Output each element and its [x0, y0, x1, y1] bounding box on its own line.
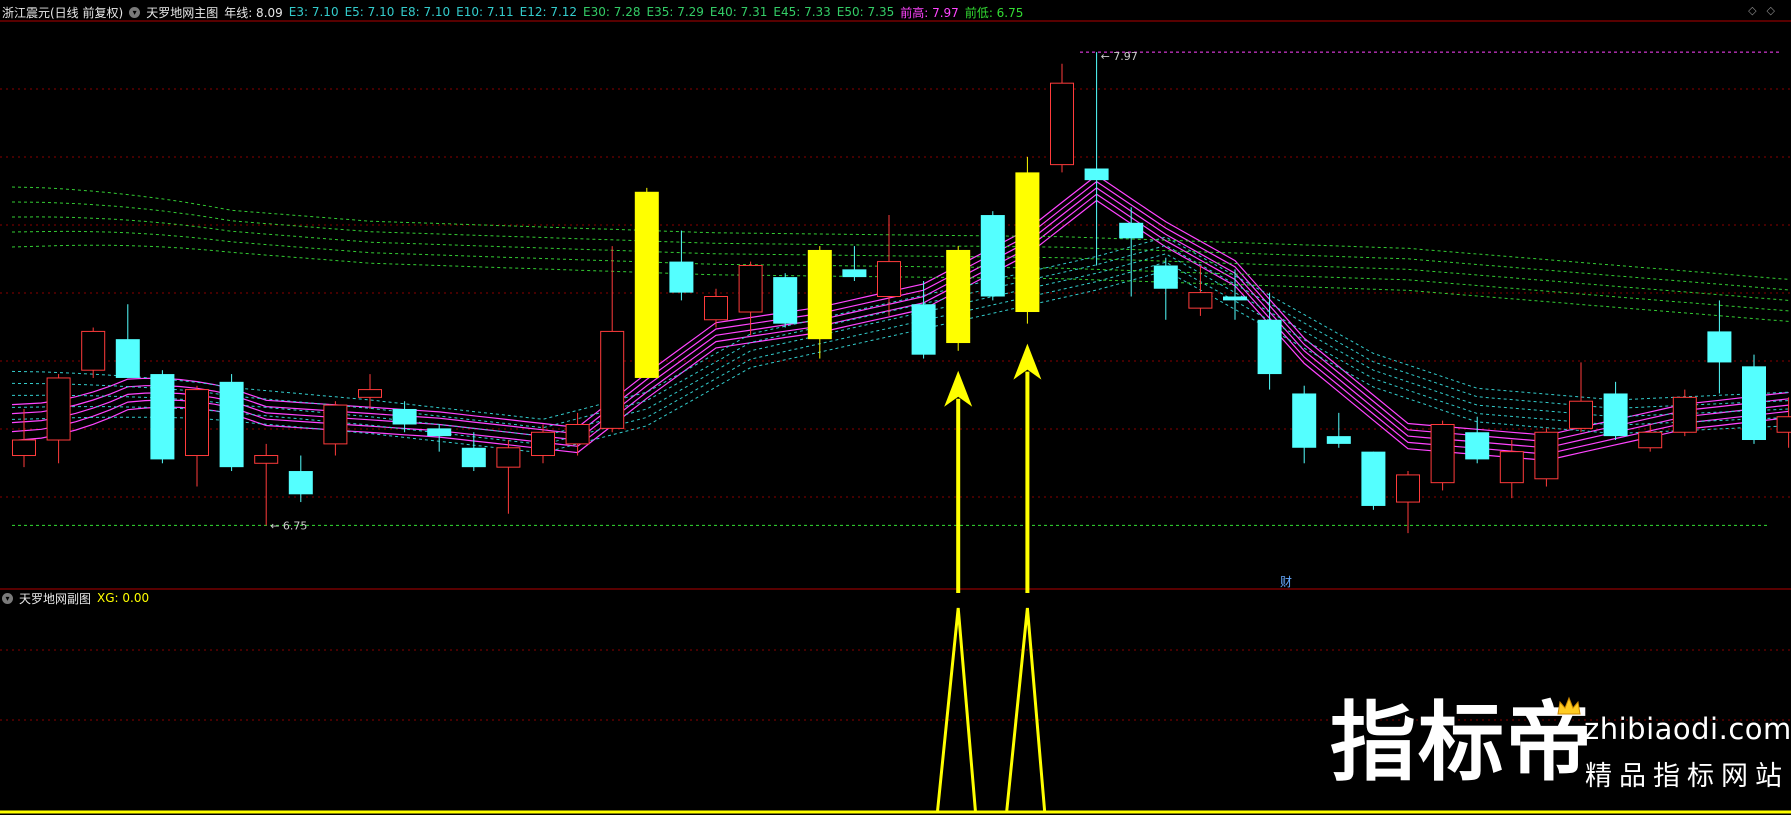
ma-line-fast-4 — [11, 193, 1789, 455]
sub-panel-header: ▾ 天罗地网副图 XG: 0.00 — [0, 588, 149, 608]
candle-body — [1084, 168, 1109, 181]
candle-body — [219, 381, 244, 468]
candle-body — [1153, 265, 1178, 289]
candle-body — [946, 249, 971, 344]
indicator-name: 天罗地网主图 — [146, 5, 219, 20]
candle-body — [427, 428, 452, 437]
high-marker-label: ← 7.97 — [1101, 50, 1138, 63]
ema-e5: E5: 7.10 — [344, 5, 395, 19]
candle-body — [1672, 396, 1697, 433]
candle-body — [634, 191, 659, 378]
candle-body — [1430, 423, 1455, 484]
candle-body — [1396, 474, 1420, 503]
ema-e3: E3: 7.10 — [288, 5, 339, 19]
candle-body — [461, 447, 486, 468]
candle-body — [1292, 393, 1317, 448]
main-panel-header: 浙江震元(日线 前复权) ▾ 天罗地网主图 年线: 8.09 E3: 7.10 … — [0, 2, 1023, 22]
candle-body — [392, 408, 417, 425]
candle-body — [980, 215, 1005, 297]
candle-body — [185, 389, 209, 457]
xg-pulse — [1005, 607, 1047, 813]
ema-e50: E50: 7.35 — [836, 5, 895, 19]
finance-marker: 财 — [1280, 575, 1292, 589]
candle-body — [1015, 172, 1040, 313]
candle-body — [877, 261, 901, 298]
candle-body — [565, 423, 590, 445]
candle-body — [150, 374, 175, 460]
ma-line-mid-5 — [11, 270, 1789, 454]
previous-high: 前高: 7.97 — [900, 5, 959, 20]
candle-body — [600, 330, 625, 429]
ma-line-fast-5 — [11, 199, 1789, 462]
candle-body — [115, 339, 140, 378]
watermark-url: zhibiaodi.com — [1584, 712, 1791, 746]
candle-body — [1361, 451, 1386, 506]
candle-body — [1465, 432, 1490, 460]
candle-body — [254, 455, 279, 464]
candle-body — [807, 249, 832, 340]
stock-title: 浙江震元(日线 前复权) — [2, 5, 124, 20]
xg-pulse — [935, 607, 977, 813]
candle-body — [669, 261, 694, 293]
candle-body — [1223, 296, 1247, 301]
previous-low: 前低: 6.75 — [964, 5, 1024, 20]
candle-body — [1534, 431, 1559, 480]
candle-body — [1742, 366, 1766, 441]
candle-body — [1638, 431, 1663, 449]
candle-body — [1707, 331, 1732, 363]
ema-e8: E8: 7.10 — [400, 5, 451, 19]
candle-body — [911, 304, 936, 355]
candle-body — [1326, 436, 1351, 444]
candle-body — [81, 330, 106, 371]
nianxian-value: 年线: 8.09 — [224, 5, 283, 20]
candle-body — [496, 447, 521, 468]
panel-control-icons[interactable]: ◇◇ — [1748, 4, 1785, 17]
ema-e30: E30: 7.28 — [583, 5, 641, 19]
candle-body — [1569, 400, 1593, 429]
ema-e45: E45: 7.33 — [773, 5, 831, 19]
ema-e12: E12: 7.12 — [519, 5, 578, 19]
sub-indicator-name: 天罗地网副图 — [19, 591, 92, 606]
ema-e40: E40: 7.31 — [709, 5, 768, 19]
xg-value: XG: 0.00 — [97, 591, 150, 605]
candle-body — [288, 471, 313, 495]
candle-body — [1499, 451, 1524, 484]
candle-body — [358, 389, 382, 398]
chevron-down-icon[interactable]: ▾ — [129, 6, 141, 18]
candle-body — [1119, 222, 1144, 239]
ema-e35: E35: 7.29 — [646, 5, 704, 19]
candle-body — [1776, 416, 1791, 433]
candle-body — [704, 296, 728, 321]
candle-body — [46, 377, 71, 441]
low-marker-label: ← 6.75 — [270, 519, 307, 532]
chevron-down-icon[interactable]: ▾ — [2, 592, 13, 604]
candle-body — [1603, 393, 1628, 437]
candle-body — [1050, 82, 1074, 166]
candle-body — [842, 269, 867, 278]
ma-line-fast-1 — [11, 174, 1789, 436]
ma-line-fast-2 — [11, 180, 1789, 443]
candle-body — [1188, 292, 1213, 309]
watermark-name: 指标帝 — [1330, 693, 1594, 793]
candle-body — [773, 277, 798, 324]
candle-body — [12, 439, 36, 457]
candle-body — [1257, 319, 1282, 375]
candle-body — [531, 431, 555, 457]
candle-body — [738, 264, 763, 313]
watermark-slogan: 精品指标网站 — [1585, 761, 1789, 792]
crown-icon — [1557, 696, 1581, 715]
candle-body — [323, 404, 348, 445]
ema-e10: E10: 7.11 — [456, 5, 514, 19]
